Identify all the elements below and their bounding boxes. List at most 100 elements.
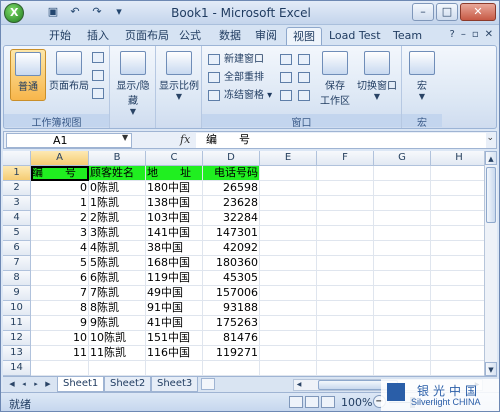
- cell[interactable]: [260, 286, 317, 301]
- name-box-dropdown-icon[interactable]: ▼: [122, 133, 128, 142]
- column-header[interactable]: A: [31, 151, 89, 166]
- expand-formula-bar-icon[interactable]: ⌄: [486, 133, 494, 143]
- cell[interactable]: 3陈凯: [89, 226, 146, 241]
- column-header[interactable]: B: [89, 151, 146, 166]
- tab-home[interactable]: 开始: [43, 27, 77, 45]
- cell[interactable]: 119中国: [146, 271, 203, 286]
- tab-formulas[interactable]: 公式: [173, 27, 207, 45]
- row-header[interactable]: 2: [3, 181, 31, 196]
- header-cell[interactable]: 电话号码: [203, 166, 260, 181]
- scroll-left-icon[interactable]: ◀: [294, 380, 304, 390]
- cell[interactable]: [374, 196, 431, 211]
- cell[interactable]: 3: [31, 226, 89, 241]
- cell[interactable]: [317, 196, 374, 211]
- next-sheet-icon[interactable]: ▸: [31, 379, 41, 390]
- cell[interactable]: 175263: [203, 316, 260, 331]
- cell[interactable]: [317, 211, 374, 226]
- tab-view[interactable]: 视图: [286, 27, 322, 45]
- column-header[interactable]: F: [317, 151, 374, 166]
- cell[interactable]: 8陈凯: [89, 301, 146, 316]
- cell[interactable]: [317, 166, 374, 181]
- cell[interactable]: 168中国: [146, 256, 203, 271]
- cell[interactable]: 7陈凯: [89, 286, 146, 301]
- page-break-view-icon[interactable]: [321, 396, 335, 408]
- cell[interactable]: [146, 361, 203, 376]
- insert-sheet-icon[interactable]: [201, 378, 215, 390]
- cell[interactable]: 2陈凯: [89, 211, 146, 226]
- cell[interactable]: 10陈凯: [89, 331, 146, 346]
- vertical-scrollbar[interactable]: ▲ ▼: [484, 151, 497, 376]
- view-side-by-side-icon[interactable]: [298, 54, 310, 65]
- cell[interactable]: [431, 316, 484, 331]
- cell[interactable]: [374, 226, 431, 241]
- row-header[interactable]: 6: [3, 241, 31, 256]
- cell[interactable]: 10: [31, 331, 89, 346]
- cell[interactable]: 49中国: [146, 286, 203, 301]
- macros-button[interactable]: 宏 ▼: [404, 49, 440, 101]
- freeze-panes-button[interactable]: 冻结窗格 ▾: [208, 88, 272, 104]
- cell[interactable]: [431, 361, 484, 376]
- column-header[interactable]: G: [374, 151, 431, 166]
- page-layout-view-button[interactable]: 页面布局: [48, 49, 90, 101]
- row-header[interactable]: 5: [3, 226, 31, 241]
- row-header[interactable]: 4: [3, 211, 31, 226]
- cell[interactable]: 4陈凯: [89, 241, 146, 256]
- formula-input[interactable]: 编 号: [196, 133, 486, 148]
- cell[interactable]: 45305: [203, 271, 260, 286]
- sheet-tab-3[interactable]: Sheet3: [151, 377, 199, 392]
- cell[interactable]: 103中国: [146, 211, 203, 226]
- cell[interactable]: [317, 226, 374, 241]
- tab-page-layout[interactable]: 页面布局: [119, 27, 175, 45]
- cell[interactable]: [431, 301, 484, 316]
- cell[interactable]: 6陈凯: [89, 271, 146, 286]
- cell[interactable]: 0陈凯: [89, 181, 146, 196]
- row-header[interactable]: 13: [3, 346, 31, 361]
- tab-load-test[interactable]: Load Test: [323, 27, 387, 45]
- maximize-button[interactable]: □: [436, 3, 458, 21]
- last-sheet-icon[interactable]: ▶: [43, 379, 53, 390]
- cell[interactable]: 141中国: [146, 226, 203, 241]
- cell[interactable]: [374, 166, 431, 181]
- minimize-button[interactable]: –: [412, 3, 434, 21]
- cell[interactable]: 42092: [203, 241, 260, 256]
- workbook-close-icon[interactable]: ✕: [485, 29, 493, 40]
- zoom-level[interactable]: 100%: [341, 396, 372, 409]
- cell[interactable]: 0: [31, 181, 89, 196]
- save-workspace-button[interactable]: 保存 工作区: [316, 49, 354, 107]
- cell[interactable]: [317, 256, 374, 271]
- cell[interactable]: 93188: [203, 301, 260, 316]
- select-all-corner[interactable]: [3, 151, 31, 166]
- cell[interactable]: [260, 241, 317, 256]
- cell[interactable]: [374, 361, 431, 376]
- workbook-minimize-icon[interactable]: –: [461, 29, 466, 40]
- hide-window-icon[interactable]: [280, 72, 292, 83]
- row-header[interactable]: 12: [3, 331, 31, 346]
- cell[interactable]: [31, 361, 89, 376]
- cell[interactable]: [260, 211, 317, 226]
- cell[interactable]: 81476: [203, 331, 260, 346]
- new-window-button[interactable]: 新建窗口: [208, 52, 264, 68]
- cell[interactable]: [260, 361, 317, 376]
- worksheet-grid[interactable]: ABCDEFGH1编 号顾客姓名地 址电话号码 2 0 0陈凯 180中国 26598 3 1…: [3, 151, 484, 376]
- cell[interactable]: [431, 346, 484, 361]
- sheet-tab-1[interactable]: Sheet1: [57, 377, 105, 392]
- cell[interactable]: [317, 301, 374, 316]
- cell[interactable]: 11: [31, 346, 89, 361]
- scroll-down-icon[interactable]: ▼: [485, 362, 497, 376]
- row-header[interactable]: 14: [3, 361, 31, 376]
- vertical-scroll-thumb[interactable]: [486, 167, 496, 223]
- normal-view-icon[interactable]: [289, 396, 303, 408]
- cell[interactable]: 26598: [203, 181, 260, 196]
- cell[interactable]: [431, 286, 484, 301]
- cell[interactable]: [260, 256, 317, 271]
- cell[interactable]: [431, 241, 484, 256]
- cell[interactable]: [431, 256, 484, 271]
- cell[interactable]: 38中国: [146, 241, 203, 256]
- row-header[interactable]: 3: [3, 196, 31, 211]
- cell[interactable]: [203, 361, 260, 376]
- cell[interactable]: 119271: [203, 346, 260, 361]
- cell[interactable]: 9陈凯: [89, 316, 146, 331]
- header-cell[interactable]: 顾客姓名: [89, 166, 146, 181]
- cell[interactable]: 5: [31, 256, 89, 271]
- sheet-tab-2[interactable]: Sheet2: [104, 377, 152, 392]
